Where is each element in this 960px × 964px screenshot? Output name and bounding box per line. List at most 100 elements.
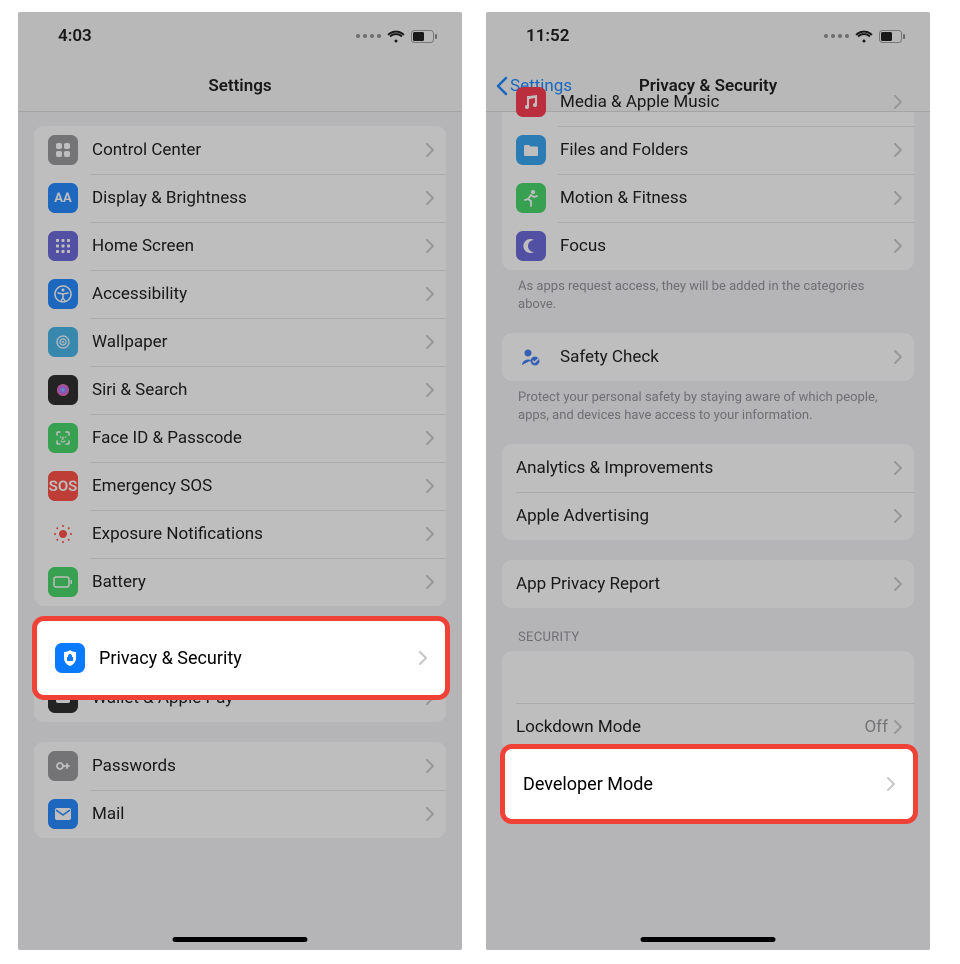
row-label: Passwords (92, 756, 426, 776)
settings-group-3: Passwords Mail (34, 742, 446, 838)
row-home-screen[interactable]: Home Screen (34, 222, 446, 270)
row-faceid[interactable]: Face ID & Passcode (34, 414, 446, 462)
row-label: App Privacy Report (516, 574, 894, 594)
row-value: Off (864, 717, 888, 737)
row-label: Display & Brightness (92, 188, 426, 208)
privacy-icon (55, 643, 85, 673)
mail-icon (48, 799, 78, 829)
row-wallpaper[interactable]: Wallpaper (34, 318, 446, 366)
row-accessibility[interactable]: Accessibility (34, 270, 446, 318)
row-label: Siri & Search (92, 380, 426, 400)
status-time: 4:03 (58, 26, 92, 46)
row-label: Battery (92, 572, 426, 592)
status-time: 11:52 (526, 26, 569, 46)
home-screen-icon (48, 231, 78, 261)
battery-row-icon (48, 567, 78, 597)
row-files[interactable]: Files and Folders (502, 126, 914, 174)
cellular-icon (824, 34, 849, 38)
row-label: Accessibility (92, 284, 426, 304)
privacy-group-safety: Safety Check (502, 333, 914, 381)
wallpaper-icon (48, 327, 78, 357)
row-mail[interactable]: Mail (34, 790, 446, 838)
safety-check-icon (516, 342, 546, 372)
home-indicator (641, 937, 776, 942)
row-passwords[interactable]: Passwords (34, 742, 446, 790)
battery-icon (411, 30, 438, 43)
motion-icon (516, 183, 546, 213)
privacy-group-report: App Privacy Report (502, 560, 914, 608)
row-label: Developer Mode (523, 774, 887, 795)
row-label: Mail (92, 804, 426, 824)
chevron-right-icon (426, 383, 434, 397)
display-icon: AA (48, 183, 78, 213)
row-media[interactable]: Media & Apple Music (502, 78, 914, 126)
chevron-right-icon (426, 479, 434, 493)
row-label: Apple Advertising (516, 506, 894, 526)
row-control-center[interactable]: Control Center (34, 126, 446, 174)
row-label: Motion & Fitness (560, 188, 894, 208)
wifi-icon (855, 30, 873, 43)
row-focus[interactable]: Focus (502, 222, 914, 270)
chevron-right-icon (426, 143, 434, 157)
footer-categories: As apps request access, they will be add… (502, 270, 914, 313)
highlight-developer-mode: Developer Mode (500, 744, 918, 824)
row-display[interactable]: AA Display & Brightness (34, 174, 446, 222)
sos-badge-text: SOS (49, 477, 78, 495)
music-icon (516, 87, 546, 117)
row-motion[interactable]: Motion & Fitness (502, 174, 914, 222)
highlight-privacy: Privacy & Security (32, 616, 450, 700)
row-label: Safety Check (560, 347, 894, 367)
chevron-right-icon (894, 577, 902, 591)
chevron-right-icon (419, 651, 427, 665)
right-phone: 11:52 Settings Privacy & Security Media … (486, 12, 930, 950)
row-privacy-security[interactable]: Privacy & Security (37, 621, 445, 695)
row-label: Media & Apple Music (560, 92, 894, 112)
chevron-right-icon (426, 527, 434, 541)
home-indicator (173, 937, 308, 942)
left-phone: 4:03 Settings Control Center AA Display … (18, 12, 462, 950)
chevron-right-icon (426, 575, 434, 589)
row-analytics[interactable]: Analytics & Improvements (502, 444, 914, 492)
wifi-icon (387, 30, 405, 43)
status-bar: 11:52 (486, 12, 930, 60)
chevron-right-icon (426, 239, 434, 253)
row-label: Analytics & Improvements (516, 458, 894, 478)
chevron-right-icon (426, 759, 434, 773)
row-safety-check[interactable]: Safety Check (502, 333, 914, 381)
sos-icon: SOS (48, 471, 78, 501)
accessibility-icon (48, 279, 78, 309)
page-title: Settings (208, 76, 271, 96)
cellular-icon (356, 34, 381, 38)
row-developer-mode[interactable]: Developer Mode (505, 749, 913, 819)
privacy-group-top: Media & Apple Music Files and Folders Mo… (502, 78, 914, 270)
chevron-right-icon (887, 777, 895, 791)
footer-safety: Protect your personal safety by staying … (502, 381, 914, 424)
settings-group-1: Control Center AA Display & Brightness H… (34, 126, 446, 606)
row-sos[interactable]: SOS Emergency SOS (34, 462, 446, 510)
row-label: Control Center (92, 140, 426, 160)
row-label: Focus (560, 236, 894, 256)
row-siri[interactable]: Siri & Search (34, 366, 446, 414)
nav-bar: Settings (18, 60, 462, 112)
siri-icon (48, 375, 78, 405)
chevron-right-icon (426, 335, 434, 349)
row-label: Lockdown Mode (516, 717, 864, 737)
row-advertising[interactable]: Apple Advertising (502, 492, 914, 540)
row-app-privacy-report[interactable]: App Privacy Report (502, 560, 914, 608)
row-exposure[interactable]: Exposure Notifications (34, 510, 446, 558)
chevron-right-icon (426, 191, 434, 205)
chevron-right-icon (894, 720, 902, 734)
faceid-icon (48, 423, 78, 453)
folder-icon (516, 135, 546, 165)
row-battery[interactable]: Battery (34, 558, 446, 606)
focus-icon (516, 231, 546, 261)
row-label: Wallpaper (92, 332, 426, 352)
chevron-right-icon (426, 807, 434, 821)
chevron-right-icon (426, 431, 434, 445)
status-icons (824, 30, 906, 43)
row-label: Privacy & Security (99, 648, 419, 669)
chevron-right-icon (894, 95, 902, 109)
chevron-right-icon (894, 239, 902, 253)
privacy-group-analytics: Analytics & Improvements Apple Advertisi… (502, 444, 914, 540)
row-label: Face ID & Passcode (92, 428, 426, 448)
